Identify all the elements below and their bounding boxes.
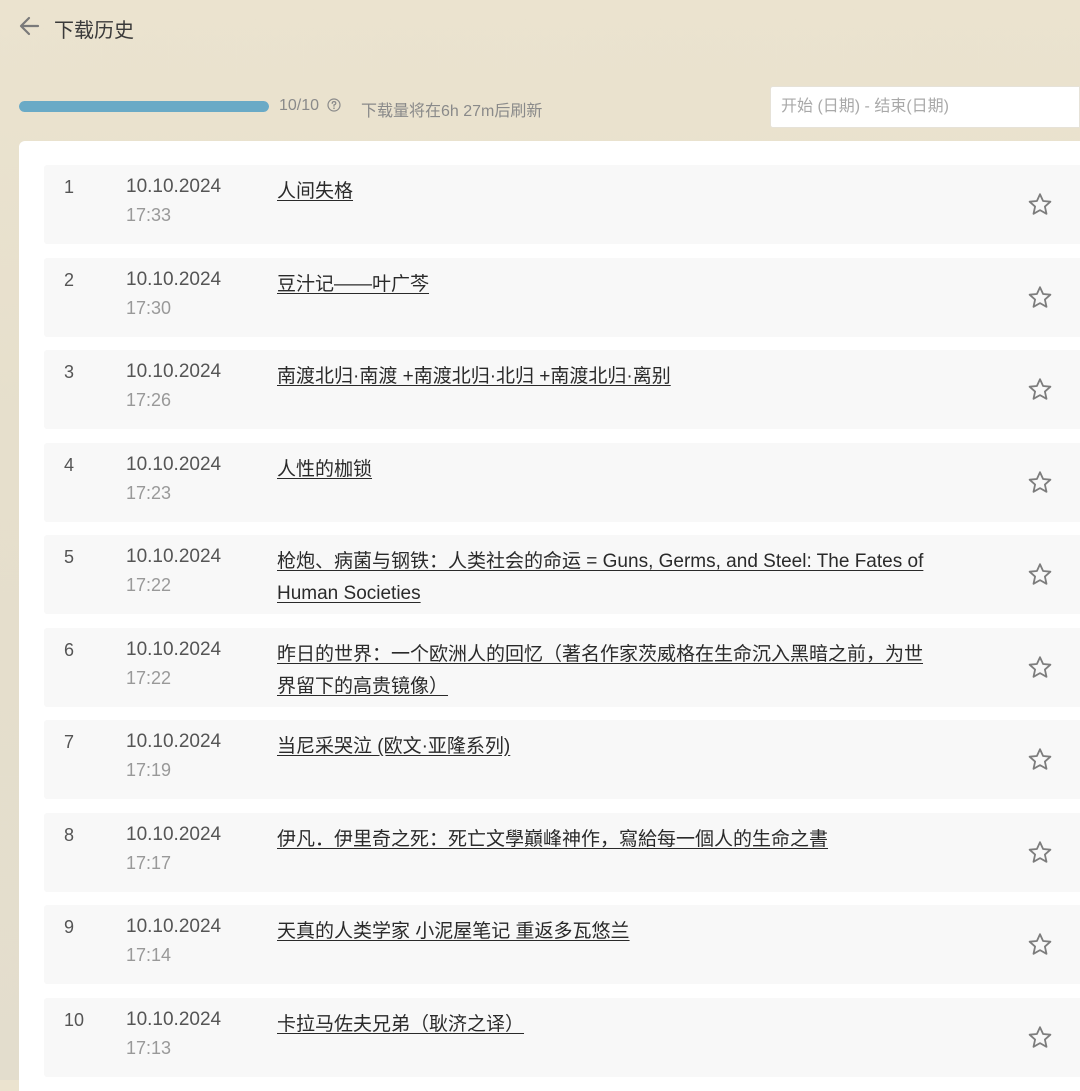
row-time: 17:17: [126, 852, 172, 873]
book-title-link[interactable]: 豆汁记——叶广芩: [277, 269, 927, 301]
book-title-link[interactable]: 人性的枷锁: [277, 454, 927, 486]
row-time: 17:30: [126, 297, 172, 318]
row-date: 10.10.2024: [126, 731, 222, 752]
row-date: 10.10.2024: [126, 361, 222, 382]
book-title-link[interactable]: 伊凡．伊里奇之死：死亡文學巔峰神作，寫給每一個人的生命之書: [277, 824, 927, 856]
row-date: 10.10.2024: [126, 546, 222, 567]
row-index: 4: [64, 454, 75, 475]
row-date: 10.10.2024: [126, 638, 222, 660]
row-index: 7: [64, 732, 75, 752]
row-date: 10.10.2024: [126, 268, 222, 290]
page-title: 下载历史: [54, 20, 134, 42]
row-time: 17:23: [126, 482, 172, 503]
question-circle-icon[interactable]: [327, 98, 341, 112]
download-row[interactable]: 7 10.10.2024 17:19 当尼采哭泣 (欧文·亚隆系列): [44, 720, 1080, 799]
row-index: 3: [64, 362, 75, 382]
row-time: 17:22: [126, 667, 172, 688]
star-outline-icon[interactable]: [1026, 191, 1054, 219]
row-index: 5: [64, 547, 75, 567]
row-time: 17:26: [126, 390, 172, 410]
row-index: 9: [64, 917, 75, 937]
refresh-countdown-text: 下载量将在6h 27m后刷新: [361, 103, 543, 120]
row-time: 17:13: [126, 1037, 172, 1058]
star-outline-icon[interactable]: [1026, 746, 1054, 774]
star-outline-icon[interactable]: [1026, 376, 1054, 404]
row-date: 10.10.2024: [126, 453, 222, 475]
star-outline-icon[interactable]: [1026, 284, 1054, 312]
book-title-link[interactable]: 卡拉马佐夫兄弟（耿济之译）: [277, 1009, 927, 1041]
download-row[interactable]: 1 10.10.2024 17:33 人间失格: [44, 165, 1080, 244]
book-title-link[interactable]: 人间失格: [277, 176, 927, 208]
star-outline-icon[interactable]: [1026, 931, 1054, 959]
download-row[interactable]: 3 10.10.2024 17:26 南渡北归·南渡 +南渡北归·北归 +南渡北归·离…: [44, 350, 1080, 429]
row-index: 6: [64, 639, 75, 660]
quota-progress-bar: [19, 101, 269, 112]
star-outline-icon[interactable]: [1026, 839, 1054, 867]
row-time: 17:33: [126, 205, 172, 225]
arrow-left-icon[interactable]: [16, 12, 44, 40]
date-range-input[interactable]: [771, 87, 1080, 127]
download-row[interactable]: 9 10.10.2024 17:14 天真的人类学家 小泥屋笔记 重返多瓦悠兰: [44, 905, 1080, 984]
download-row[interactable]: 2 10.10.2024 17:30 豆汁记——叶广芩: [44, 257, 1080, 337]
row-date: 10.10.2024: [126, 1008, 222, 1030]
quota-count: 10/10: [279, 97, 320, 114]
row-date: 10.10.2024: [126, 823, 222, 845]
download-row[interactable]: 6 10.10.2024 17:22 昨日的世界：一个欧洲人的回忆（著名作家茨威格在生…: [44, 627, 1080, 707]
star-outline-icon[interactable]: [1026, 1024, 1054, 1052]
row-date: 10.10.2024: [126, 176, 222, 197]
book-title-link[interactable]: 枪炮、病菌与钢铁：人类社会的命运 = Guns, Germs, and Stee…: [277, 546, 927, 610]
download-row[interactable]: 4 10.10.2024 17:23 人性的枷锁: [44, 442, 1080, 522]
row-index: 1: [64, 177, 75, 197]
download-row[interactable]: 10 10.10.2024 17:13 卡拉马佐夫兄弟（耿济之译）: [44, 997, 1080, 1077]
row-index: 2: [64, 269, 75, 290]
row-time: 17:14: [126, 945, 172, 965]
row-index: 10: [64, 1009, 85, 1030]
date-range-filter[interactable]: [770, 86, 1080, 128]
book-title-link[interactable]: 南渡北归·南渡 +南渡北归·北归 +南渡北归·离别: [277, 361, 927, 393]
download-row[interactable]: 8 10.10.2024 17:17 伊凡．伊里奇之死：死亡文學巔峰神作，寫給每一個人…: [44, 812, 1080, 892]
header-bar: 下载历史: [0, 0, 1080, 55]
row-date: 10.10.2024: [126, 916, 222, 937]
row-time: 17:19: [126, 760, 172, 780]
quota-progress-fill: [19, 101, 269, 112]
star-outline-icon[interactable]: [1026, 654, 1054, 682]
book-title-link[interactable]: 当尼采哭泣 (欧文·亚隆系列): [277, 731, 927, 763]
book-title-link[interactable]: 天真的人类学家 小泥屋笔记 重返多瓦悠兰: [277, 916, 927, 948]
book-title-link[interactable]: 昨日的世界：一个欧洲人的回忆（著名作家茨威格在生命沉入黑暗之前，为世界留下的高贵…: [277, 639, 927, 703]
star-outline-icon[interactable]: [1026, 469, 1054, 497]
row-index: 8: [64, 824, 75, 845]
row-time: 17:22: [126, 575, 172, 595]
star-outline-icon[interactable]: [1026, 561, 1054, 589]
download-history-list: 1 10.10.2024 17:33 人间失格 2 10.10.2024 17:30 豆汁记—…: [19, 141, 1080, 1091]
download-row[interactable]: 5 10.10.2024 17:22 枪炮、病菌与钢铁：人类社会的命运 = Guns,…: [44, 535, 1080, 614]
